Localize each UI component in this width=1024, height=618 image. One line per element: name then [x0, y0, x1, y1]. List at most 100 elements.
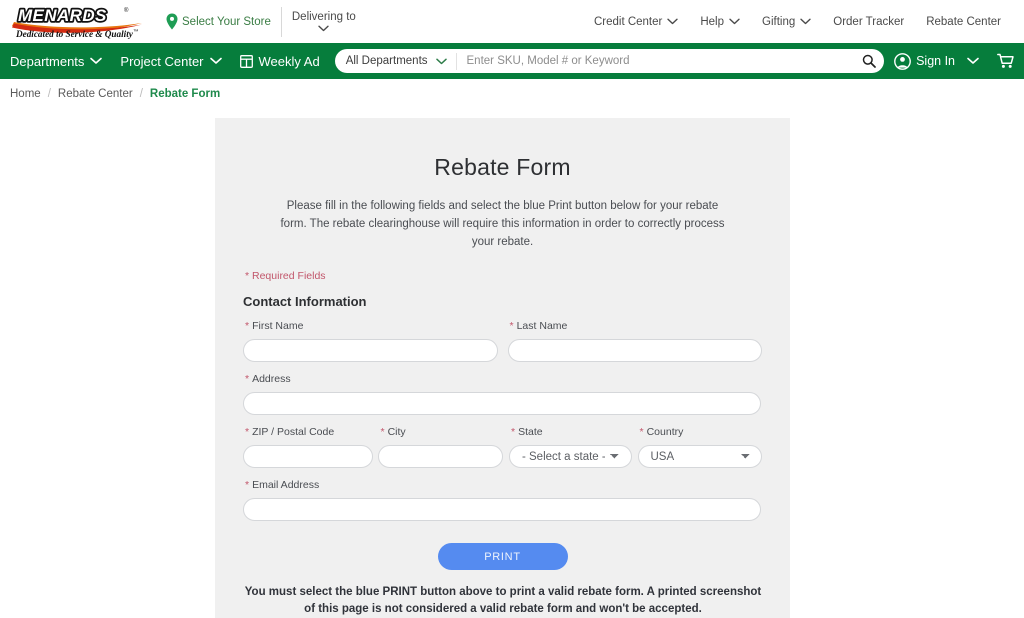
chevron-down-icon: [436, 58, 447, 65]
nav-departments[interactable]: Departments: [8, 54, 111, 69]
required-star: *: [245, 479, 249, 491]
required-star: *: [245, 320, 249, 332]
top-nav: Credit Center Help Gifting Order Tracker…: [583, 16, 1012, 28]
top-nav-item-credit-center[interactable]: Credit Center: [583, 16, 689, 28]
main-nav-bar: Departments Project Center Weekly Ad All…: [0, 43, 1024, 79]
chevron-down-icon: [90, 57, 102, 65]
field-zip: *ZIP / Postal Code: [243, 426, 373, 468]
top-nav-item-help[interactable]: Help: [689, 16, 751, 28]
search-icon: [862, 54, 876, 68]
search-input[interactable]: [457, 49, 855, 73]
print-disclaimer: You must select the blue PRINT button ab…: [243, 584, 763, 617]
map-pin-icon: [166, 13, 178, 30]
field-country: *Country USA: [638, 426, 763, 468]
search-department-value: All Departments: [346, 55, 428, 67]
chevron-down-icon: [210, 57, 222, 65]
top-nav-label: Help: [700, 16, 724, 28]
search-department-select[interactable]: All Departments: [335, 53, 457, 70]
form-row-email: *Email Address: [243, 479, 762, 521]
form-description: Please fill in the following fields and …: [273, 198, 733, 251]
search-bar: All Departments: [335, 49, 884, 73]
menards-logo-graphic: MENARDS MENARDS ® Dedicated to Service &…: [8, 4, 148, 42]
form-row-name: *First Name *Last Name: [243, 320, 762, 362]
field-last-name: *Last Name: [508, 320, 763, 362]
sign-in-button[interactable]: Sign In: [894, 53, 983, 70]
weekly-ad-icon: [240, 55, 253, 68]
svg-text:®: ®: [124, 7, 129, 14]
svg-text:Dedicated to Service & Quality: Dedicated to Service & Quality: [15, 29, 134, 39]
breadcrumb-item-home[interactable]: Home: [10, 88, 41, 100]
chevron-down-icon: [667, 18, 678, 25]
top-nav-label: Order Tracker: [833, 16, 904, 28]
required-star: *: [245, 373, 249, 385]
select-your-store-label: Select Your Store: [182, 16, 271, 28]
top-nav-item-rebate-center[interactable]: Rebate Center: [915, 16, 1012, 28]
form-row-address: *Address: [243, 373, 762, 415]
top-nav-label: Gifting: [762, 16, 795, 28]
form-row-location: *ZIP / Postal Code *City *State - Select…: [243, 426, 762, 468]
required-star: *: [245, 426, 249, 438]
first-name-input[interactable]: [243, 339, 498, 362]
spacer: [498, 320, 508, 362]
zip-input[interactable]: [243, 445, 373, 468]
breadcrumb-separator: /: [48, 88, 51, 100]
nav-departments-label: Departments: [10, 54, 84, 69]
breadcrumb-item-rebate-center[interactable]: Rebate Center: [58, 88, 133, 100]
section-title-contact-information: Contact Information: [243, 294, 762, 309]
required-star: *: [511, 426, 515, 438]
email-input[interactable]: [243, 498, 761, 521]
page-title: Rebate Form: [243, 154, 762, 181]
delivering-to-label: Delivering to: [292, 11, 356, 24]
nav-project-center[interactable]: Project Center: [111, 54, 230, 69]
required-star: *: [380, 426, 384, 438]
top-nav-item-gifting[interactable]: Gifting: [751, 16, 822, 28]
country-select[interactable]: USA: [638, 445, 763, 468]
breadcrumb-separator: /: [140, 88, 143, 100]
sign-in-label: Sign In: [916, 54, 955, 68]
field-label-state: *State: [509, 426, 632, 438]
top-utility-bar: MENARDS MENARDS ® Dedicated to Service &…: [0, 0, 1024, 43]
delivering-to-button[interactable]: Delivering to: [292, 11, 356, 32]
user-circle-icon: [894, 53, 911, 70]
field-label-first-name: *First Name: [243, 320, 498, 332]
city-input[interactable]: [378, 445, 503, 468]
breadcrumb-item-rebate-form: Rebate Form: [150, 88, 220, 100]
field-label-address: *Address: [243, 373, 761, 385]
select-your-store-button[interactable]: Select Your Store: [166, 7, 282, 37]
chevron-down-icon: [800, 18, 811, 25]
state-select[interactable]: - Select a state -: [509, 445, 632, 468]
print-button[interactable]: PRINT: [438, 543, 568, 570]
field-state: *State - Select a state -: [509, 426, 632, 468]
nav-project-center-label: Project Center: [120, 54, 203, 69]
field-city: *City: [378, 426, 503, 468]
chevron-down-icon: [967, 57, 979, 65]
required-fields-note: * Required Fields: [243, 270, 762, 282]
field-first-name: *First Name: [243, 320, 498, 362]
required-star: *: [640, 426, 644, 438]
field-label-email: *Email Address: [243, 479, 761, 491]
chevron-down-icon: [318, 25, 329, 32]
print-button-container: PRINT: [243, 543, 762, 570]
svg-text:™: ™: [133, 29, 139, 35]
search-submit-button[interactable]: [854, 49, 884, 73]
field-label-zip: *ZIP / Postal Code: [243, 426, 373, 438]
last-name-input[interactable]: [508, 339, 763, 362]
chevron-down-icon: [729, 18, 740, 25]
svg-text:MENARDS: MENARDS: [18, 6, 107, 25]
shopping-cart-button[interactable]: [997, 53, 1014, 69]
field-address: *Address: [243, 373, 761, 415]
shopping-cart-icon: [997, 53, 1014, 69]
address-input[interactable]: [243, 392, 761, 415]
rebate-form-panel: Rebate Form Please fill in the following…: [215, 118, 790, 618]
field-email: *Email Address: [243, 479, 761, 521]
menards-logo[interactable]: MENARDS MENARDS ® Dedicated to Service &…: [8, 2, 148, 42]
field-label-country: *Country: [638, 426, 763, 438]
nav-weekly-ad-label: Weekly Ad: [259, 54, 320, 69]
nav-weekly-ad[interactable]: Weekly Ad: [231, 54, 329, 69]
top-nav-item-order-tracker[interactable]: Order Tracker: [822, 16, 915, 28]
top-nav-label: Rebate Center: [926, 16, 1001, 28]
top-nav-label: Credit Center: [594, 16, 662, 28]
breadcrumb: Home / Rebate Center / Rebate Form: [0, 79, 1024, 109]
field-label-city: *City: [378, 426, 503, 438]
field-label-last-name: *Last Name: [508, 320, 763, 332]
